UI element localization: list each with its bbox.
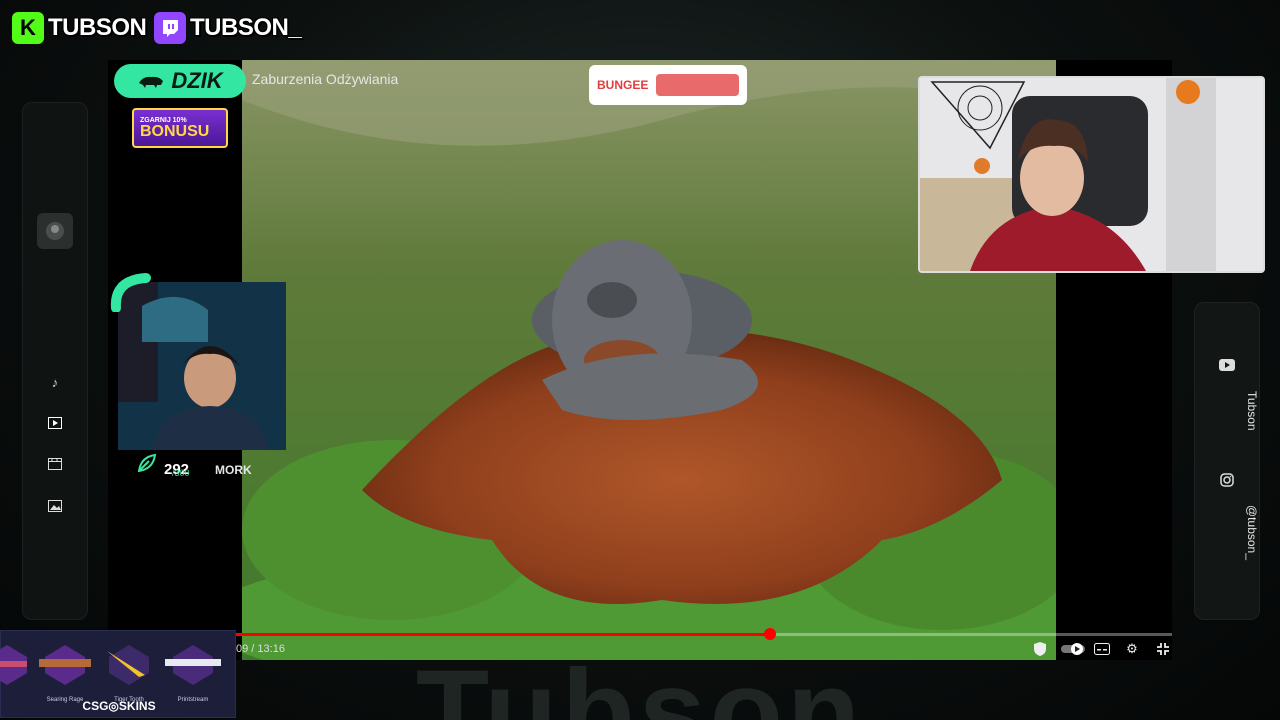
score-name: MORK — [215, 463, 252, 477]
video-scrubber-handle[interactable] — [763, 628, 776, 640]
dzik-badge: DZIK — [114, 64, 246, 98]
kick-logo-icon: K — [12, 12, 44, 44]
image-icon[interactable] — [23, 500, 87, 515]
film-icon[interactable] — [23, 458, 87, 473]
bungee-sponsor-banner: BUNGEE — [589, 65, 747, 105]
youtube-icon[interactable] — [1195, 359, 1259, 374]
skin-item: Searing Rage — [35, 641, 95, 703]
skin-item: Tiger Tooth — [99, 641, 159, 703]
settings-gear-icon[interactable]: ⚙ — [1123, 641, 1141, 657]
csgoskins-logo-text: CSG◎SKINS — [82, 699, 156, 713]
csgoskins-panel: Searing Rage Tiger Tooth Printstream CSG… — [0, 630, 236, 718]
score-max: /300 — [172, 468, 190, 478]
instagram-icon[interactable] — [1195, 473, 1259, 490]
twitch-brand: TUBSON_ — [154, 12, 302, 44]
kick-username: TUBSON — [48, 14, 147, 41]
privacy-shield-icon[interactable] — [1031, 641, 1049, 657]
leaf-icon — [137, 453, 157, 473]
instagram-handle[interactable]: @tubson_ — [1195, 505, 1259, 560]
video-time-display: 09 / 13:16 — [236, 643, 285, 655]
left-nav-rail: ♪ — [22, 102, 88, 620]
streamer-webcam — [918, 76, 1265, 273]
bonus-promo: ZGARNIJ 10% BONUSU — [132, 108, 228, 148]
score-counter: 292 /300 MORK — [136, 452, 252, 478]
skin-item — [0, 641, 37, 703]
twitch-username: TUBSON_ — [190, 14, 302, 41]
twitch-logo-icon — [154, 12, 186, 44]
youtube-handle[interactable]: Tubson — [1195, 391, 1259, 431]
social-links-rail: Tubson @tubson_ — [1194, 302, 1260, 620]
sponsor-code-pill — [656, 74, 739, 96]
video-play-icon[interactable] — [23, 417, 87, 432]
music-note-icon[interactable]: ♪ — [23, 375, 87, 390]
subtitles-icon[interactable] — [1093, 641, 1111, 657]
bonus-big-text: BONUSU — [140, 122, 210, 140]
video-progress-fill — [236, 633, 770, 636]
autoplay-toggle[interactable] — [1060, 641, 1086, 657]
rail-avatar-icon[interactable] — [23, 211, 87, 254]
kick-brand: K TUBSON — [12, 12, 147, 44]
skin-item: Printstream — [163, 641, 223, 703]
video-title: Zaburzenia Odżywiania — [252, 71, 399, 87]
dzik-label: DZIK — [171, 68, 223, 93]
bungee-label: BUNGEE — [597, 78, 649, 92]
green-arc-decoration — [110, 273, 151, 312]
exit-fullscreen-icon[interactable] — [1154, 641, 1172, 657]
boar-icon — [139, 76, 164, 88]
background-brand-text: Tubson — [415, 652, 865, 720]
